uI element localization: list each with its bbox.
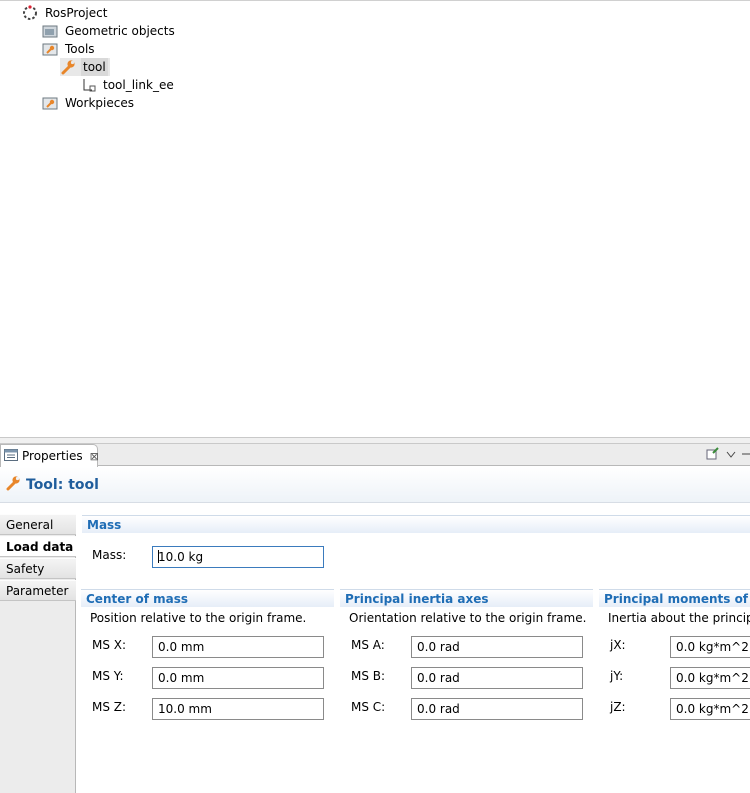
ms-b-input[interactable]: 0.0 rad — [411, 667, 583, 689]
ms-c-label: MS C: — [351, 700, 386, 714]
principal-axes-header: Principal inertia axes — [340, 589, 593, 607]
ms-y-input[interactable]: 0.0 mm — [152, 667, 324, 689]
project-icon — [22, 5, 38, 21]
mass-label: Mass: — [92, 548, 127, 562]
tab-general[interactable]: General — [0, 514, 76, 535]
pin-icon[interactable] — [706, 446, 720, 463]
frame-icon — [80, 77, 96, 93]
ms-a-input[interactable]: 0.0 rad — [411, 636, 583, 658]
ms-x-label: MS X: — [92, 638, 127, 652]
workpieces-folder-icon — [42, 95, 58, 111]
tree-item-tool[interactable]: tool — [60, 58, 110, 76]
tools-folder-icon — [42, 41, 58, 57]
properties-tab-bar: Properties ⊠ — [0, 444, 750, 467]
wrench-icon — [60, 59, 76, 75]
jz-input[interactable]: 0.0 kg*m^2 — [670, 698, 750, 720]
tree-item-tool-link-ee[interactable]: tool_link_ee — [80, 76, 176, 94]
ms-a-label: MS A: — [351, 638, 385, 652]
tree-label: Tools — [65, 42, 95, 56]
tab-load-data[interactable]: Load data — [0, 536, 77, 557]
jx-label: jX: — [610, 638, 626, 652]
jy-label: jY: — [610, 669, 624, 683]
ms-b-label: MS B: — [351, 669, 386, 683]
ms-y-label: MS Y: — [92, 669, 124, 683]
properties-icon — [4, 448, 18, 464]
property-tabs: General Load data Safety Parameter — [0, 514, 77, 793]
load-data-panel: Mass Mass: 10.0 kg Center of mass Positi… — [76, 503, 750, 793]
jy-input[interactable]: 0.0 kg*m^2 — [670, 667, 750, 689]
tree-item-rosproject[interactable]: RosProject — [22, 4, 109, 22]
view-menu-chevron-down-icon[interactable] — [726, 448, 736, 462]
ms-z-input[interactable]: 10.0 mm — [152, 698, 324, 720]
tree-label: tool_link_ee — [103, 78, 174, 92]
principal-moments-description: Inertia about the principal inertia axes… — [608, 611, 750, 625]
tree-label: Geometric objects — [65, 24, 175, 38]
jx-input[interactable]: 0.0 kg*m^2 — [670, 636, 750, 658]
properties-title: Tool: tool — [0, 467, 750, 503]
tab-properties[interactable]: Properties ⊠ — [0, 444, 99, 467]
tab-parameter[interactable]: Parameter — [0, 580, 76, 601]
principal-moments-header: Principal moments of inertia — [599, 589, 750, 607]
tree-item-workpieces[interactable]: Workpieces — [42, 94, 136, 112]
tab-safety[interactable]: Safety — [0, 558, 76, 579]
project-tree[interactable]: RosProject Geometric objects Tools tool … — [0, 0, 750, 437]
moments-clip: Principal moments of inertia Inertia abo… — [599, 503, 750, 793]
ms-c-input[interactable]: 0.0 rad — [411, 698, 583, 720]
wrench-icon — [5, 475, 21, 494]
mass-value: 10.0 kg — [158, 550, 204, 564]
tree-label: Workpieces — [65, 96, 134, 110]
tree-item-geometric-objects[interactable]: Geometric objects — [42, 22, 177, 40]
jz-label: jZ: — [610, 700, 626, 714]
tab-label: Properties — [22, 449, 83, 463]
ms-z-label: MS Z: — [92, 700, 127, 714]
principal-axes-description: Orientation relative to the origin frame… — [349, 611, 587, 625]
folder-icon — [42, 23, 58, 39]
tree-label: RosProject — [45, 6, 108, 20]
minimize-icon[interactable] — [742, 448, 750, 462]
center-of-mass-header: Center of mass — [81, 589, 334, 607]
ms-x-input[interactable]: 0.0 mm — [152, 636, 324, 658]
center-of-mass-description: Position relative to the origin frame. — [90, 611, 307, 625]
close-icon[interactable]: ⊠ — [90, 450, 99, 463]
page-title: Tool: tool — [26, 476, 99, 493]
tree-item-tools[interactable]: Tools — [42, 40, 97, 58]
view-splitter[interactable] — [0, 437, 750, 444]
tree-label: tool — [81, 58, 108, 76]
mass-input[interactable]: 10.0 kg — [152, 546, 324, 568]
